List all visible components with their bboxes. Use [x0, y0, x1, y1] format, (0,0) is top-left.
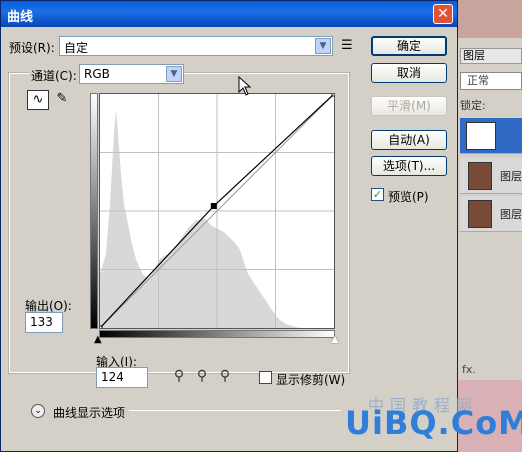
preview-label: 预览(P) — [388, 190, 429, 204]
dialog-title: 曲线 — [7, 10, 34, 25]
show-clipping-checkbox[interactable] — [259, 371, 272, 384]
channel-label: 通道(C): — [29, 67, 79, 84]
white-eyedropper-icon[interactable]: ⚲ — [217, 368, 233, 386]
mouse-cursor-icon — [238, 76, 252, 96]
channel-value: RGB — [84, 67, 110, 81]
curve-control-point[interactable] — [210, 203, 217, 209]
layer-row-curves[interactable] — [460, 118, 522, 154]
show-clipping-label: 显示修剪(W) — [276, 373, 346, 387]
cancel-button[interactable]: 取消 — [371, 63, 447, 83]
smooth-button[interactable]: 平滑(M) — [371, 96, 447, 116]
gray-eyedropper-icon[interactable]: ⚲ — [194, 368, 210, 386]
title-bar: 曲线 ✕ — [1, 1, 457, 27]
divider — [129, 410, 341, 411]
chevron-down-icon: ▼ — [315, 38, 331, 54]
watermark-logo: UiBQ.CoM — [345, 404, 522, 442]
curve-point-tool-icon[interactable]: ∿ — [27, 90, 49, 110]
auto-button[interactable]: 自动(A) — [371, 130, 447, 150]
chevron-down-icon: ▼ — [166, 66, 182, 82]
chevron-double-down-icon[interactable]: ⌄ — [31, 404, 45, 418]
input-field[interactable]: 124 — [96, 367, 148, 388]
input-gradient-bar — [99, 330, 335, 338]
canvas-strip — [458, 0, 522, 38]
layer-label: 图层 — [500, 170, 522, 183]
preset-value: 自定 — [64, 41, 89, 55]
layer-thumbnail — [468, 200, 492, 228]
fx-icon[interactable]: fx. — [462, 363, 476, 376]
curves-thumbnail-icon — [466, 122, 496, 150]
curve-control-point[interactable] — [331, 94, 334, 97]
ok-button[interactable]: 确定 — [371, 36, 447, 56]
curve-graph-svg[interactable] — [100, 94, 334, 328]
curve-graph[interactable] — [99, 93, 335, 329]
curve-control-point[interactable] — [100, 325, 103, 328]
black-point-slider-icon[interactable]: ▲ — [94, 334, 102, 345]
layer-row[interactable]: 图层 — [460, 196, 522, 232]
preset-select[interactable]: 自定 ▼ — [59, 36, 333, 56]
preset-label: 预设(R): — [9, 41, 55, 55]
close-icon: ✕ — [437, 6, 449, 22]
preset-options-icon[interactable]: ☰ — [341, 38, 353, 53]
options-button[interactable]: 选项(T)... — [371, 156, 447, 176]
preview-checkbox[interactable]: ✓ — [371, 188, 384, 201]
black-eyedropper-icon[interactable]: ⚲ — [171, 368, 187, 386]
white-point-slider-icon[interactable]: ▲ — [331, 334, 339, 345]
curves-dialog: 曲线 ✕ 预设(R): 自定 ▼ ☰ 确定 取消 平滑(M) 自动(A) 选项(… — [0, 0, 458, 452]
curve-display-options-label[interactable]: 曲线显示选项 — [53, 404, 125, 421]
lock-label: 锁定: — [460, 99, 486, 112]
output-gradient-bar — [90, 93, 98, 329]
channel-select[interactable]: RGB ▼ — [79, 64, 184, 84]
layer-row[interactable]: 图层 — [460, 158, 522, 194]
blend-mode-field[interactable]: 正常 — [460, 72, 522, 90]
layers-panel-footer: fx. — [458, 360, 522, 380]
pencil-icon[interactable]: ✎ — [51, 90, 73, 110]
layer-thumbnail — [468, 162, 492, 190]
close-button[interactable]: ✕ — [433, 4, 453, 24]
layers-tab[interactable]: 图层 — [460, 48, 522, 64]
layer-label: 图层 — [500, 208, 522, 221]
output-field[interactable]: 133 — [25, 312, 63, 333]
